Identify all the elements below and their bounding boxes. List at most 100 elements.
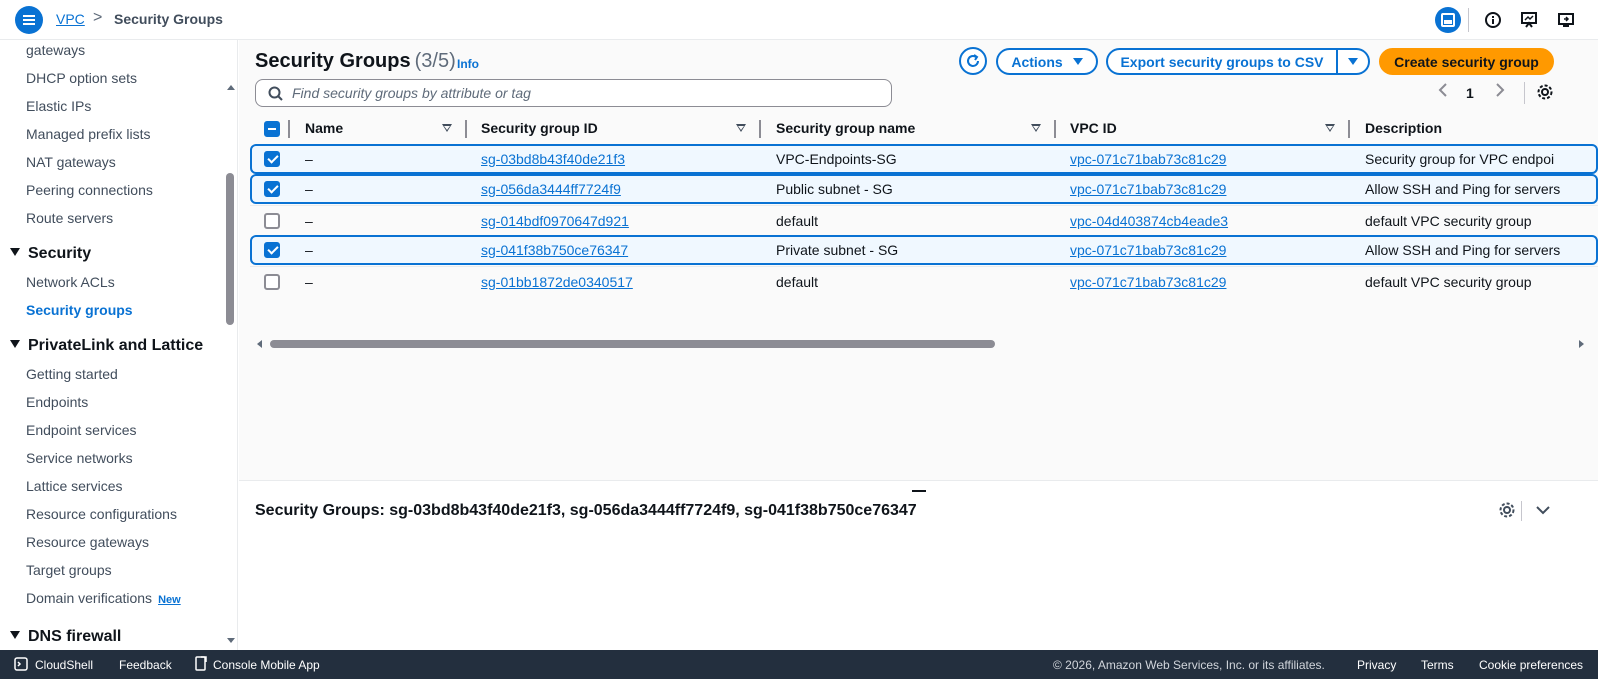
table-row[interactable]: – sg-03bd8b43f40de21f3 VPC-Endpoints-SG … <box>250 144 1598 174</box>
pager-divider <box>1524 82 1525 104</box>
cell-sg-id-link[interactable]: sg-014bdf0970647d921 <box>481 213 629 229</box>
next-page-icon[interactable] <box>1495 82 1505 101</box>
search-input[interactable] <box>292 84 872 102</box>
cell-sg-id-link[interactable]: sg-041f38b750ce76347 <box>481 242 628 258</box>
current-page[interactable]: 1 <box>1466 85 1474 101</box>
cloudshell-link[interactable]: CloudShell <box>35 658 93 672</box>
resize-handle[interactable] <box>912 490 926 492</box>
sidebar-item-managed-prefix-lists[interactable]: Managed prefix lists <box>26 126 151 142</box>
presentation-icon[interactable] <box>1516 7 1542 33</box>
sidebar-scrollbar[interactable] <box>226 173 234 325</box>
split-panel-title: Security Groups: sg-03bd8b43f40de21f3, s… <box>255 502 917 519</box>
prev-page-icon[interactable] <box>1438 82 1448 101</box>
title-text: Security Groups <box>255 50 411 72</box>
export-csv-button[interactable]: Export security groups to CSV <box>1106 48 1338 75</box>
sidebar-item-domain-verifications[interactable]: Domain verifications New <box>26 590 181 606</box>
cell-vpc-id-link[interactable]: vpc-071c71bab73c81c29 <box>1070 274 1226 290</box>
table-row[interactable]: – sg-01bb1872de0340517 default vpc-071c7… <box>250 266 1598 296</box>
split-panel-gear-icon[interactable] <box>1498 501 1516 524</box>
scroll-up-icon[interactable] <box>227 85 235 90</box>
privacy-link[interactable]: Privacy <box>1357 658 1396 672</box>
console-mobile-app-link[interactable]: Console Mobile App <box>213 658 320 672</box>
screen-icon[interactable] <box>1553 7 1579 33</box>
sidebar-item-elastic-ips[interactable]: Elastic IPs <box>26 98 91 114</box>
export-dropdown-button[interactable] <box>1336 48 1370 75</box>
split-panel: Security Groups: sg-03bd8b43f40de21f3, s… <box>239 480 1598 650</box>
sort-icon[interactable] <box>442 124 452 132</box>
actions-dropdown-button[interactable]: Actions <box>996 48 1098 75</box>
sidebar-item-network-acls[interactable]: Network ACLs <box>26 274 115 290</box>
sidebar-item-route-servers[interactable]: Route servers <box>26 210 113 226</box>
cell-vpc-id-link[interactable]: vpc-04d403874cb4eade3 <box>1070 213 1228 229</box>
sidebar-item-endpoint-services[interactable]: Endpoint services <box>26 422 137 438</box>
cell-vpc-id-link[interactable]: vpc-071c71bab73c81c29 <box>1070 151 1226 167</box>
scroll-down-icon[interactable] <box>227 638 235 643</box>
row-checkbox[interactable] <box>264 274 280 290</box>
table-header: Name Security group ID Security group na… <box>250 116 1598 142</box>
cell-sg-id-link[interactable]: sg-03bd8b43f40de21f3 <box>481 151 625 167</box>
sort-icon[interactable] <box>1031 124 1041 132</box>
sidebar-section-privatelink[interactable]: PrivateLink and Lattice <box>10 337 203 355</box>
row-checkbox[interactable] <box>264 213 280 229</box>
cell-description: Allow SSH and Ping for servers <box>1365 242 1561 258</box>
hamburger-menu-icon[interactable] <box>15 6 43 34</box>
feedback-link[interactable]: Feedback <box>119 658 172 672</box>
info-link[interactable]: Info <box>457 57 479 71</box>
split-panel-toggle-icon[interactable] <box>1435 7 1461 33</box>
scroll-left-icon[interactable] <box>257 340 262 348</box>
table-row[interactable]: – sg-056da3444ff7724f9 Public subnet - S… <box>250 174 1598 204</box>
info-icon[interactable] <box>1480 7 1506 33</box>
sort-icon[interactable] <box>736 124 746 132</box>
sidebar-item-dhcp-option-sets[interactable]: DHCP option sets <box>26 70 137 86</box>
cell-vpc-id-link[interactable]: vpc-071c71bab73c81c29 <box>1070 181 1226 197</box>
table-row[interactable]: – sg-014bdf0970647d921 default vpc-04d40… <box>250 205 1598 235</box>
cell-sg-id-link[interactable]: sg-01bb1872de0340517 <box>481 274 633 290</box>
expand-caret-icon <box>10 248 20 256</box>
mobile-app-icon[interactable] <box>195 656 207 674</box>
chevron-down-icon[interactable] <box>1535 503 1551 521</box>
cell-vpc-id-link[interactable]: vpc-071c71bab73c81c29 <box>1070 242 1226 258</box>
sidebar-section-dns-firewall[interactable]: DNS firewall <box>10 628 121 646</box>
sidebar-item-peering-connections[interactable]: Peering connections <box>26 182 153 198</box>
column-header-name[interactable]: Name <box>305 120 343 136</box>
sidebar-item-target-groups[interactable]: Target groups <box>26 562 112 578</box>
sort-icon[interactable] <box>1325 124 1335 132</box>
cell-description: Security group for VPC endpoi <box>1365 151 1555 167</box>
search-field[interactable] <box>255 79 892 107</box>
sidebar-item-gateways[interactable]: gateways <box>26 42 85 58</box>
sidebar-item-resource-configurations[interactable]: Resource configurations <box>26 506 177 522</box>
sidebar-item-resource-gateways[interactable]: Resource gateways <box>26 534 149 550</box>
column-separator <box>1054 120 1056 138</box>
row-checkbox[interactable] <box>264 242 280 258</box>
select-all-checkbox[interactable] <box>264 121 280 137</box>
cookie-preferences-link[interactable]: Cookie preferences <box>1479 658 1583 672</box>
preferences-gear-icon[interactable] <box>1536 83 1554 104</box>
sidebar-item-endpoints[interactable]: Endpoints <box>26 394 88 410</box>
column-header-sg-id[interactable]: Security group ID <box>481 120 598 136</box>
column-header-vpc-id[interactable]: VPC ID <box>1070 120 1117 136</box>
sidebar-item-service-networks[interactable]: Service networks <box>26 450 133 466</box>
cell-sg-id-link[interactable]: sg-056da3444ff7724f9 <box>481 181 621 197</box>
cell-description: default VPC security group <box>1365 213 1532 229</box>
row-checkbox[interactable] <box>264 151 280 167</box>
cell-name: – <box>305 213 313 229</box>
sidebar-item-nat-gateways[interactable]: NAT gateways <box>26 154 116 170</box>
breadcrumb-vpc-link[interactable]: VPC <box>56 11 85 27</box>
create-security-group-button[interactable]: Create security group <box>1379 48 1554 75</box>
terms-link[interactable]: Terms <box>1421 658 1454 672</box>
table-horizontal-scrollbar[interactable] <box>270 340 995 348</box>
sidebar-item-security-groups[interactable]: Security groups <box>26 302 133 318</box>
column-header-description[interactable]: Description <box>1365 120 1442 136</box>
table-row[interactable]: – sg-041f38b750ce76347 Private subnet - … <box>250 235 1598 265</box>
column-separator <box>1348 120 1350 138</box>
scroll-right-icon[interactable] <box>1579 340 1584 348</box>
row-checkbox[interactable] <box>264 181 280 197</box>
sidebar-item-getting-started[interactable]: Getting started <box>26 366 118 382</box>
refresh-button[interactable] <box>959 47 987 75</box>
sidebar-section-security[interactable]: Security <box>10 245 91 263</box>
cell-name: – <box>305 181 313 197</box>
cloudshell-icon[interactable] <box>14 657 28 674</box>
sidebar-item-lattice-services[interactable]: Lattice services <box>26 478 122 494</box>
footer-bar: CloudShell Feedback Console Mobile App ©… <box>0 650 1598 679</box>
column-header-sg-name[interactable]: Security group name <box>776 120 915 136</box>
